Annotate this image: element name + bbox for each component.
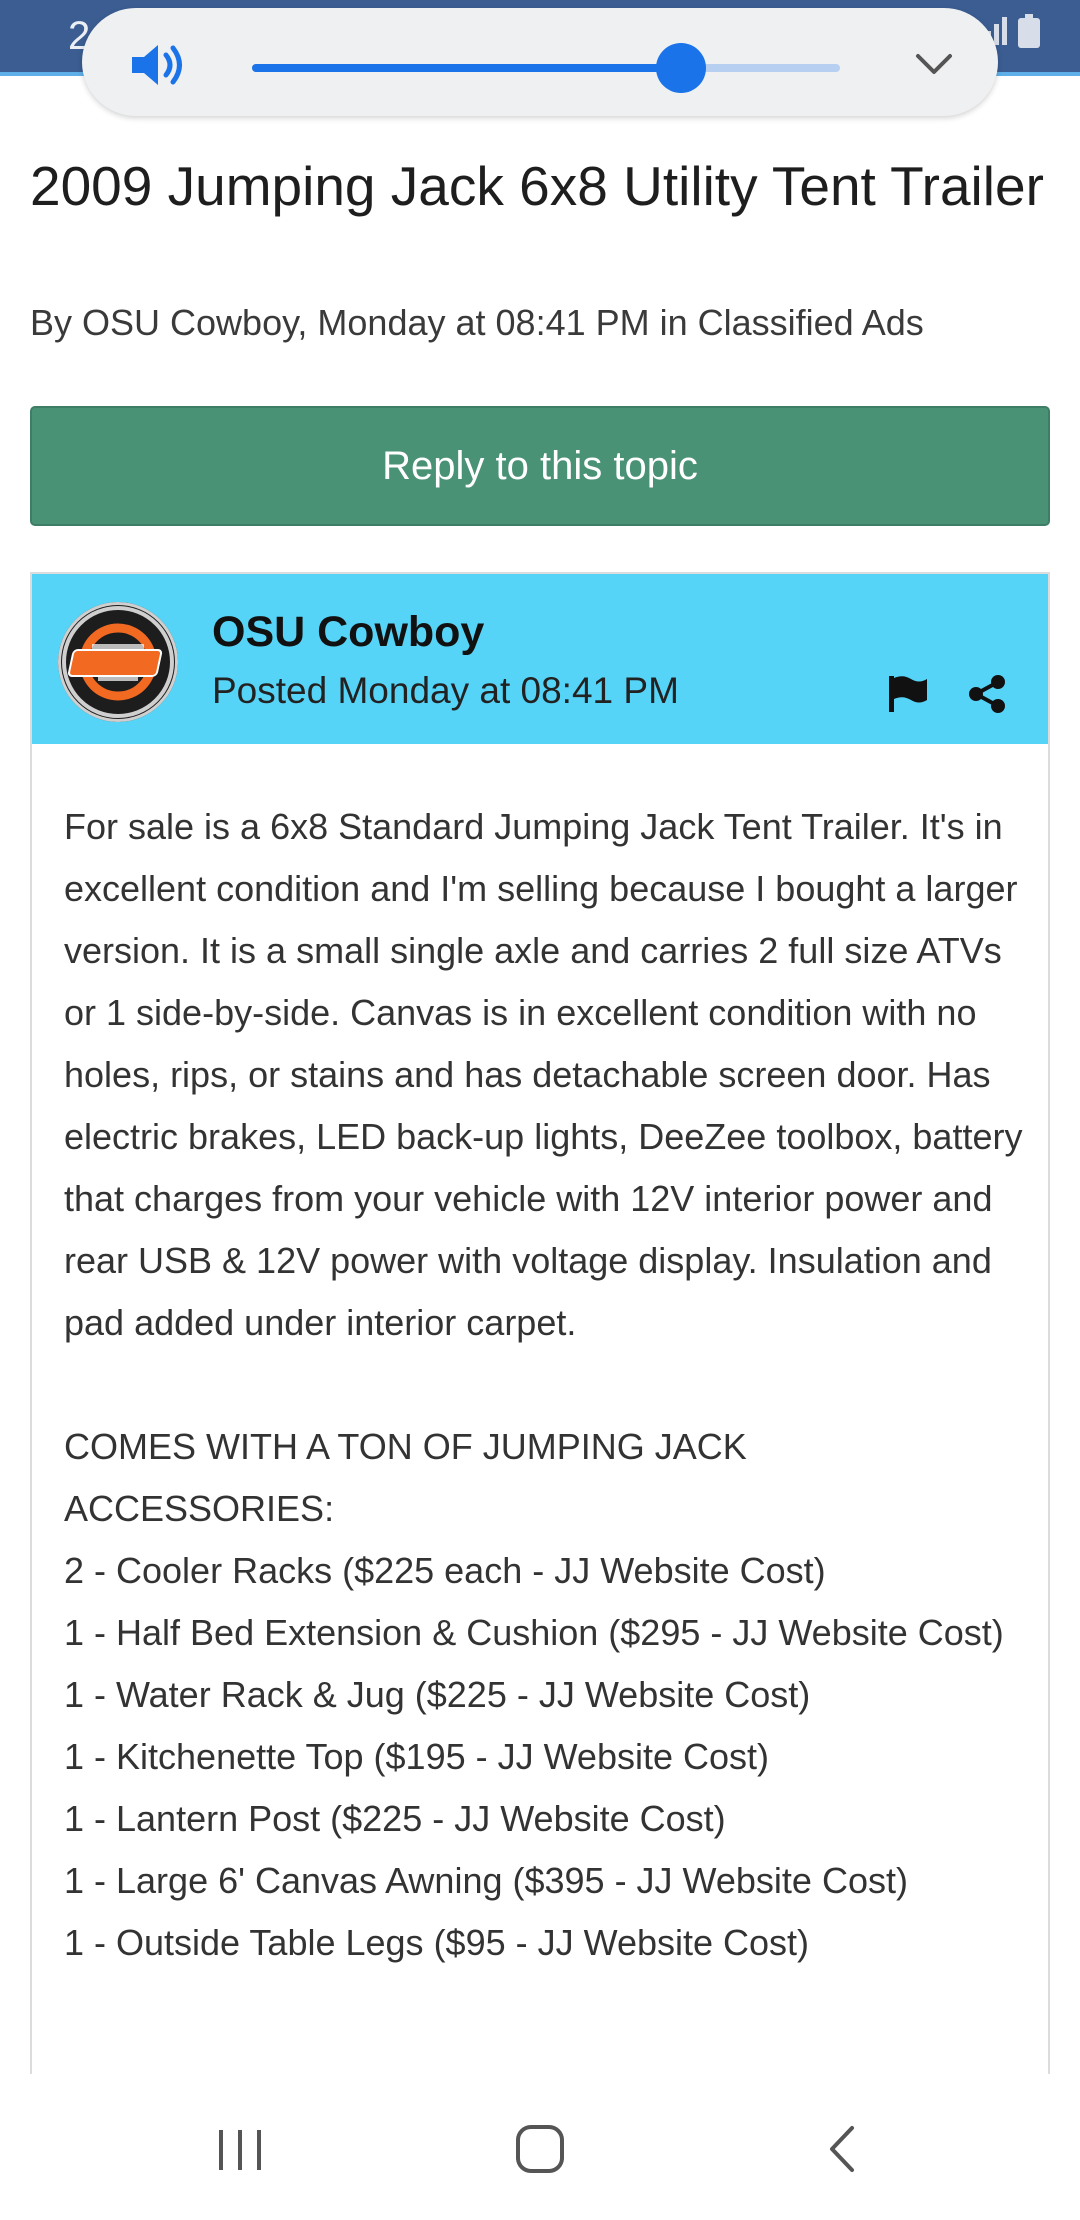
accessory-item: 1 - Water Rack & Jug ($225 - JJ Website … — [64, 1674, 811, 1715]
battery-icon — [1018, 14, 1040, 55]
accessory-item: 1 - Half Bed Extension & Cushion ($295 -… — [64, 1612, 1004, 1653]
accessories-heading: COMES WITH A TON OF JUMPING JACK ACCESSO… — [64, 1426, 747, 1529]
accessory-item: 1 - Lantern Post ($225 - JJ Website Cost… — [64, 1798, 726, 1839]
post: OSU Cowboy Posted Monday at 08:41 PM For… — [30, 572, 1050, 2092]
post-author[interactable]: OSU Cowboy — [212, 608, 484, 657]
accessory-item: 1 - Kitchenette Top ($195 - JJ Website C… — [64, 1736, 770, 1777]
volume-slider[interactable] — [252, 43, 840, 93]
navigation-bar — [0, 2074, 1080, 2220]
osu-logo-icon — [62, 606, 174, 718]
home-icon[interactable] — [505, 2114, 575, 2184]
speaker-icon[interactable] — [128, 40, 188, 90]
post-header: OSU Cowboy Posted Monday at 08:41 PM — [32, 574, 1048, 744]
post-date: Posted Monday at 08:41 PM — [212, 670, 679, 711]
chevron-down-icon[interactable] — [914, 48, 954, 78]
reply-button[interactable]: Reply to this topic — [30, 406, 1050, 526]
post-paragraph: For sale is a 6x8 Standard Jumping Jack … — [64, 806, 1023, 1343]
recent-apps-icon[interactable] — [205, 2114, 275, 2184]
page-title: 2009 Jumping Jack 6x8 Utility Tent Trail… — [30, 155, 1044, 217]
avatar[interactable] — [58, 602, 178, 722]
volume-panel — [82, 8, 998, 116]
accessory-item: 2 - Cooler Racks ($225 each - JJ Website… — [64, 1550, 826, 1591]
flag-icon[interactable] — [887, 674, 929, 714]
volume-slider-fill — [252, 64, 682, 72]
accessory-item: 1 - Large 6' Canvas Awning ($395 - JJ We… — [64, 1860, 908, 1901]
accessory-item: 1 - Outside Table Legs ($95 - JJ Website… — [64, 1922, 810, 1963]
topic-byline: By OSU Cowboy, Monday at 08:41 PM in Cla… — [30, 302, 924, 343]
share-icon[interactable] — [967, 674, 1007, 714]
back-icon[interactable] — [808, 2114, 878, 2184]
volume-slider-knob[interactable] — [656, 43, 707, 93]
post-body: For sale is a 6x8 Standard Jumping Jack … — [64, 796, 1024, 1974]
